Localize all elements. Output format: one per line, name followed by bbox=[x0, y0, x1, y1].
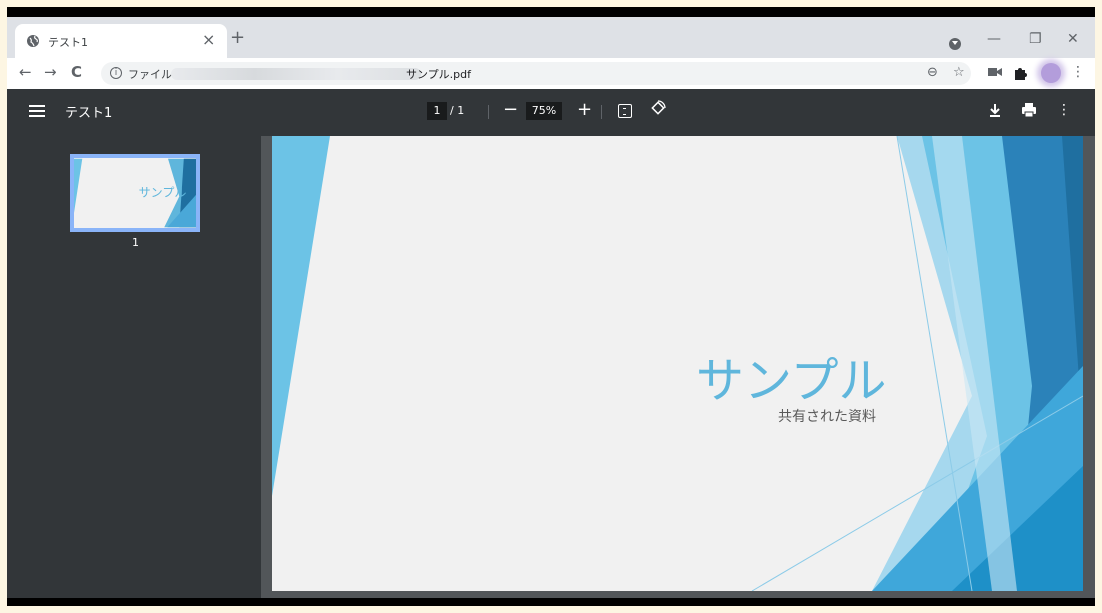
zoom-level-input[interactable]: 75% bbox=[526, 102, 562, 120]
profile-avatar[interactable] bbox=[1041, 63, 1061, 83]
pdf-page: サンプル 共有された資料 bbox=[272, 136, 1083, 591]
slide-background-graphic bbox=[272, 136, 1083, 591]
back-button[interactable]: ← bbox=[19, 63, 32, 81]
pdf-toolbar: テスト1 1 / 1 − 75% + ⋮ bbox=[7, 89, 1095, 136]
url-scheme: ファイル bbox=[128, 68, 172, 81]
rotate-icon[interactable] bbox=[650, 100, 666, 116]
page-thumbnail[interactable]: サンプル bbox=[70, 154, 200, 232]
fit-to-page-icon[interactable] bbox=[618, 104, 632, 118]
screen-frame: テスト1 × + — ❐ ✕ ← → C i ファイル サンプル.pdf ⊖ ☆… bbox=[7, 7, 1095, 606]
page-number-input[interactable]: 1 bbox=[427, 102, 447, 120]
zoom-out-button[interactable]: − bbox=[503, 99, 518, 120]
extensions-puzzle-icon[interactable] bbox=[1013, 66, 1027, 80]
download-icon[interactable] bbox=[988, 102, 1002, 118]
minimize-button[interactable]: — bbox=[987, 31, 1001, 47]
thumbnail-title: サンプル bbox=[139, 185, 187, 199]
pdf-viewer[interactable]: サンプル 共有された資料 bbox=[261, 136, 1095, 606]
restore-button[interactable]: ❐ bbox=[1029, 31, 1042, 47]
tab-title: テスト1 bbox=[48, 36, 88, 49]
chrome-profile-menu-icon[interactable] bbox=[949, 38, 961, 50]
thumbnail-image: サンプル bbox=[74, 158, 196, 228]
page-total: / 1 bbox=[450, 104, 465, 117]
browser-menu-icon[interactable]: ⋮ bbox=[1071, 64, 1085, 80]
more-actions-icon[interactable]: ⋮ bbox=[1057, 102, 1071, 118]
zoom-icon[interactable]: ⊖ bbox=[927, 65, 938, 80]
globe-icon bbox=[27, 35, 39, 47]
slide-title: サンプル bbox=[696, 353, 887, 409]
url-filename: サンプル.pdf bbox=[406, 68, 472, 81]
site-info-icon[interactable]: i bbox=[110, 67, 122, 79]
tab-strip: テスト1 × + — ❐ ✕ bbox=[7, 17, 1095, 58]
bottom-bar bbox=[7, 598, 1095, 606]
browser-toolbar: ← → C i ファイル サンプル.pdf ⊖ ☆ ⋮ bbox=[7, 58, 1095, 89]
toolbar-divider bbox=[601, 105, 602, 119]
close-window-button[interactable]: ✕ bbox=[1067, 31, 1079, 47]
tab-close-icon[interactable]: × bbox=[202, 30, 215, 50]
thumbnail-sidebar: サンプル 1 bbox=[7, 136, 261, 606]
tab-active[interactable]: テスト1 × bbox=[15, 24, 227, 58]
camera-extension-icon[interactable] bbox=[988, 66, 1002, 78]
toolbar-divider bbox=[488, 105, 489, 119]
print-icon[interactable] bbox=[1021, 102, 1037, 118]
bookmark-star-icon[interactable]: ☆ bbox=[953, 65, 965, 80]
menu-icon[interactable] bbox=[29, 105, 45, 117]
forward-button[interactable]: → bbox=[44, 63, 57, 81]
thumbnail-page-number: 1 bbox=[132, 236, 139, 249]
zoom-in-button[interactable]: + bbox=[577, 99, 592, 120]
url-path-blurred bbox=[171, 68, 421, 80]
document-title: テスト1 bbox=[65, 106, 113, 121]
address-bar[interactable]: i ファイル サンプル.pdf ⊖ ☆ bbox=[101, 62, 971, 85]
reload-button[interactable]: C bbox=[71, 63, 82, 81]
slide-subtitle: 共有された資料 bbox=[778, 409, 876, 425]
new-tab-button[interactable]: + bbox=[230, 29, 245, 47]
